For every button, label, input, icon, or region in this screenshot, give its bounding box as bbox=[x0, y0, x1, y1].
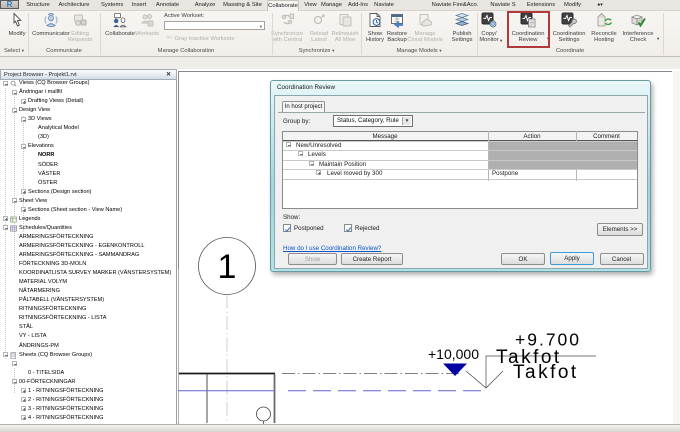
svg-text:+10,000: +10,000 bbox=[428, 346, 479, 362]
svg-text:Takfot: Takfot bbox=[513, 362, 579, 383]
svg-text:1: 1 bbox=[218, 248, 237, 286]
